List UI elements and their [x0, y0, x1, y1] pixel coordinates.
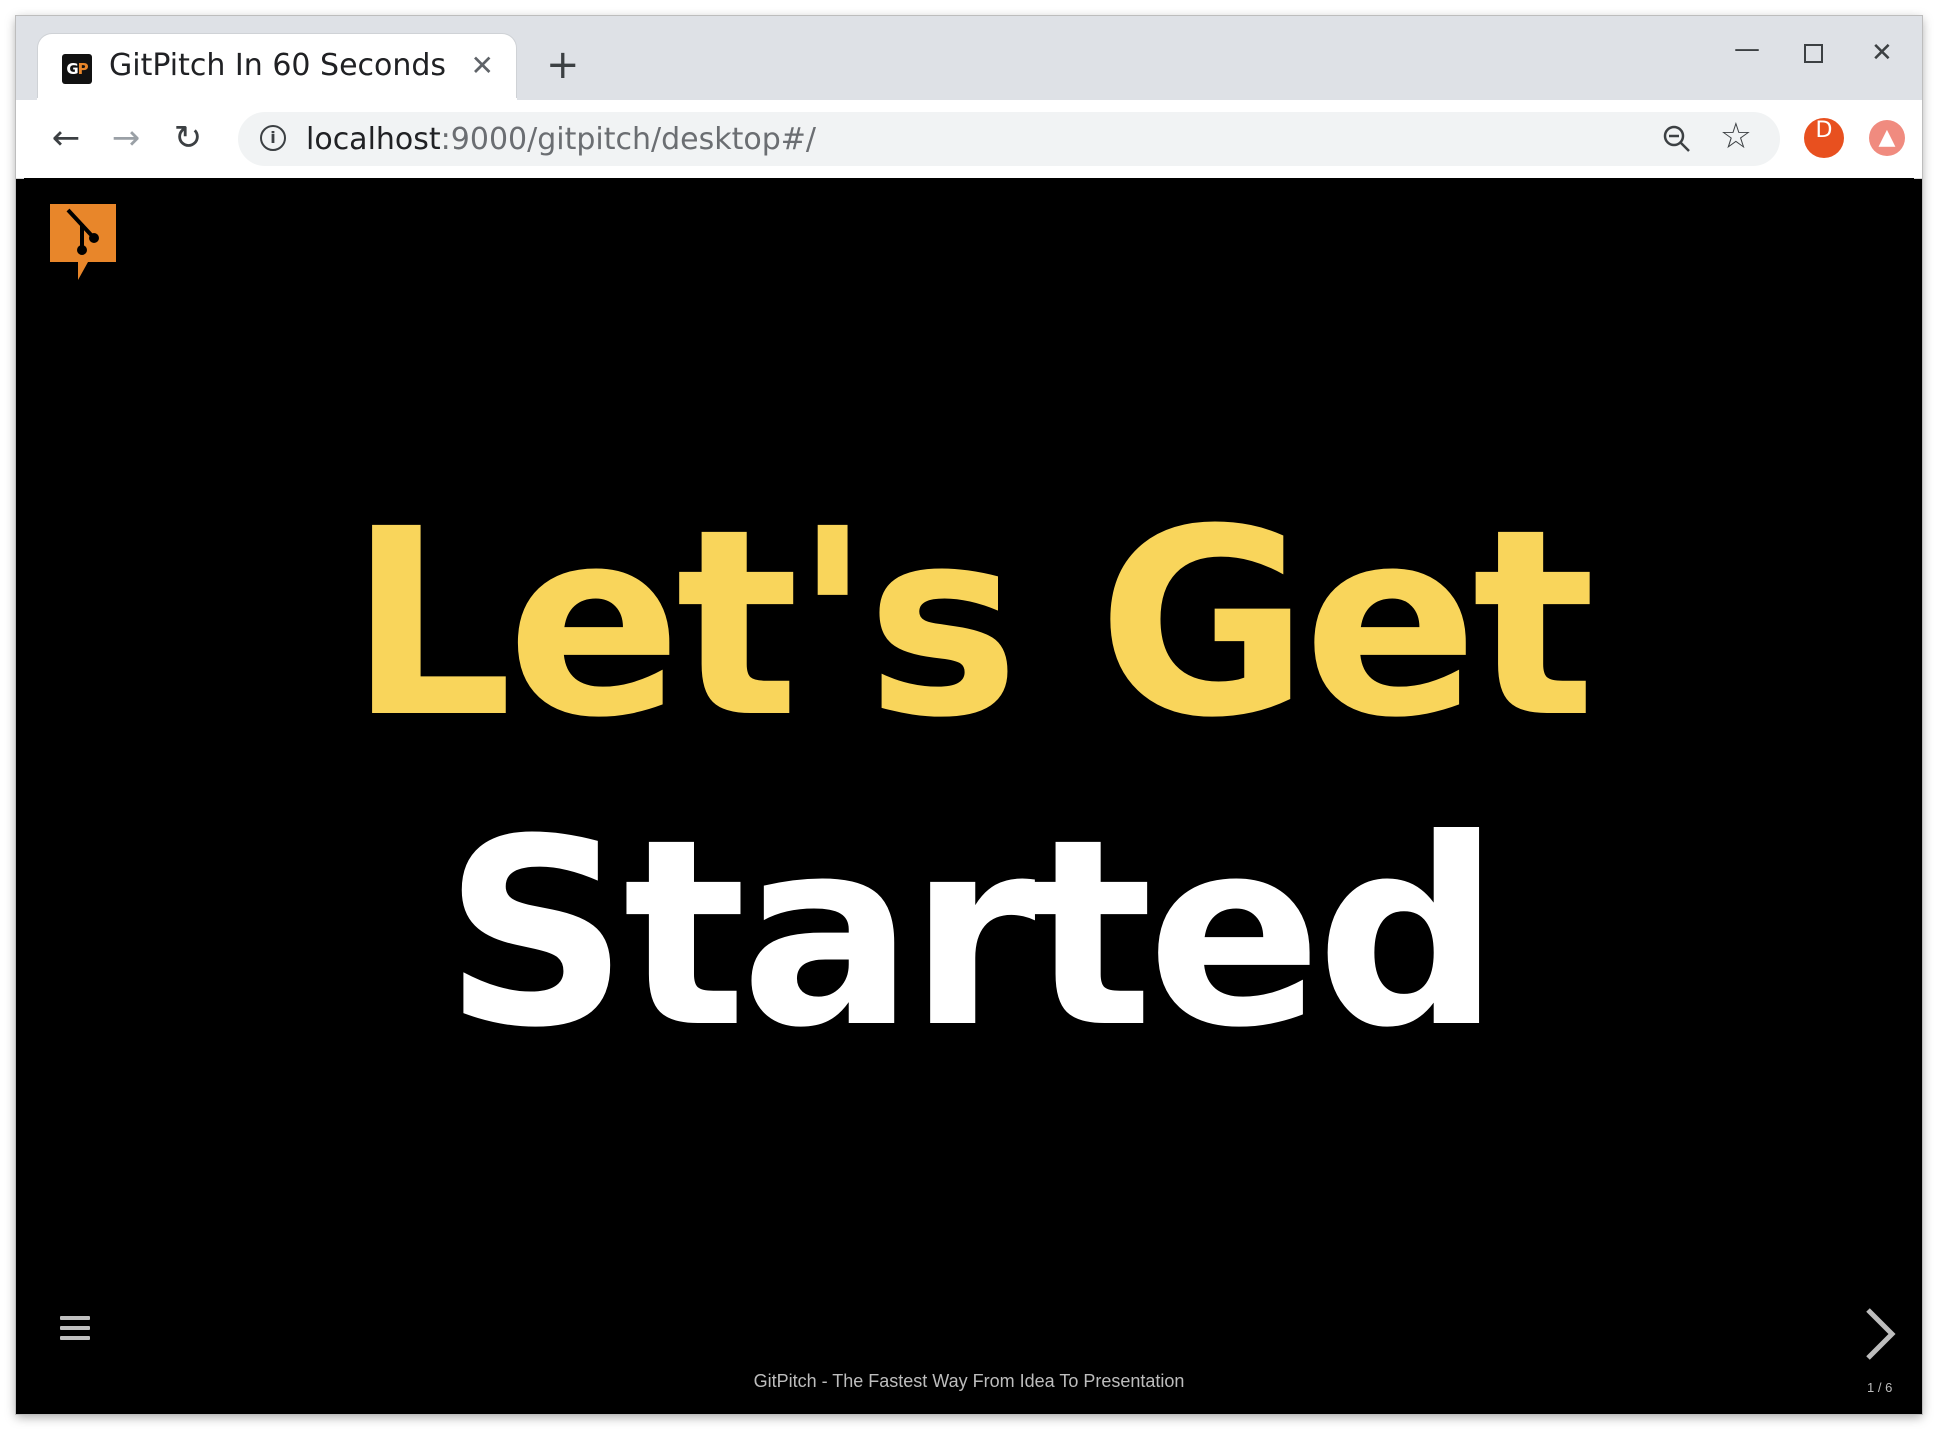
- gitpitch-logo[interactable]: [50, 204, 116, 280]
- tab-strip: GP GitPitch In 60 Seconds ✕ + — ✕: [16, 16, 1922, 102]
- new-tab-button[interactable]: +: [546, 42, 580, 88]
- reload-icon[interactable]: ↻: [166, 116, 210, 160]
- slide-title-line1: Let's Get: [348, 474, 1595, 774]
- menu-icon[interactable]: [60, 1316, 90, 1346]
- star-icon[interactable]: ☆: [1720, 116, 1752, 157]
- minimize-button[interactable]: —: [1734, 34, 1760, 64]
- browser-window: GP GitPitch In 60 Seconds ✕ + — ✕ ← → ↻ …: [16, 16, 1922, 1414]
- info-icon[interactable]: i: [260, 125, 286, 151]
- favicon-icon: GP: [62, 54, 92, 84]
- slide: Let's Get Started GitPitch - The Fastest…: [24, 178, 1914, 1406]
- forward-arrow-icon[interactable]: →: [104, 116, 148, 160]
- slide-footer: GitPitch - The Fastest Way From Idea To …: [753, 1371, 1185, 1391]
- tab-title: GitPitch In 60 Seconds: [109, 48, 447, 83]
- zoom-out-icon[interactable]: [1662, 124, 1692, 154]
- slide-counter: 1 / 6: [1867, 1380, 1893, 1395]
- update-icon[interactable]: ▲: [1869, 120, 1905, 156]
- avatar[interactable]: D: [1804, 118, 1844, 158]
- chevron-right-icon[interactable]: [1860, 1304, 1900, 1364]
- browser-toolbar: ← → ↻ i localhost:9000/gitpitch/desktop#…: [16, 100, 1922, 179]
- browser-tab[interactable]: GP GitPitch In 60 Seconds ✕: [37, 34, 517, 102]
- url-text[interactable]: localhost:9000/gitpitch/desktop#/: [306, 122, 816, 157]
- address-bar[interactable]: i localhost:9000/gitpitch/desktop#/ ☆: [238, 112, 1780, 166]
- slide-title-line2: Started: [443, 784, 1500, 1084]
- close-window-button[interactable]: ✕: [1871, 38, 1893, 68]
- maximize-button[interactable]: [1804, 44, 1823, 63]
- close-tab-icon[interactable]: ✕: [471, 49, 494, 82]
- back-arrow-icon[interactable]: ←: [44, 116, 88, 160]
